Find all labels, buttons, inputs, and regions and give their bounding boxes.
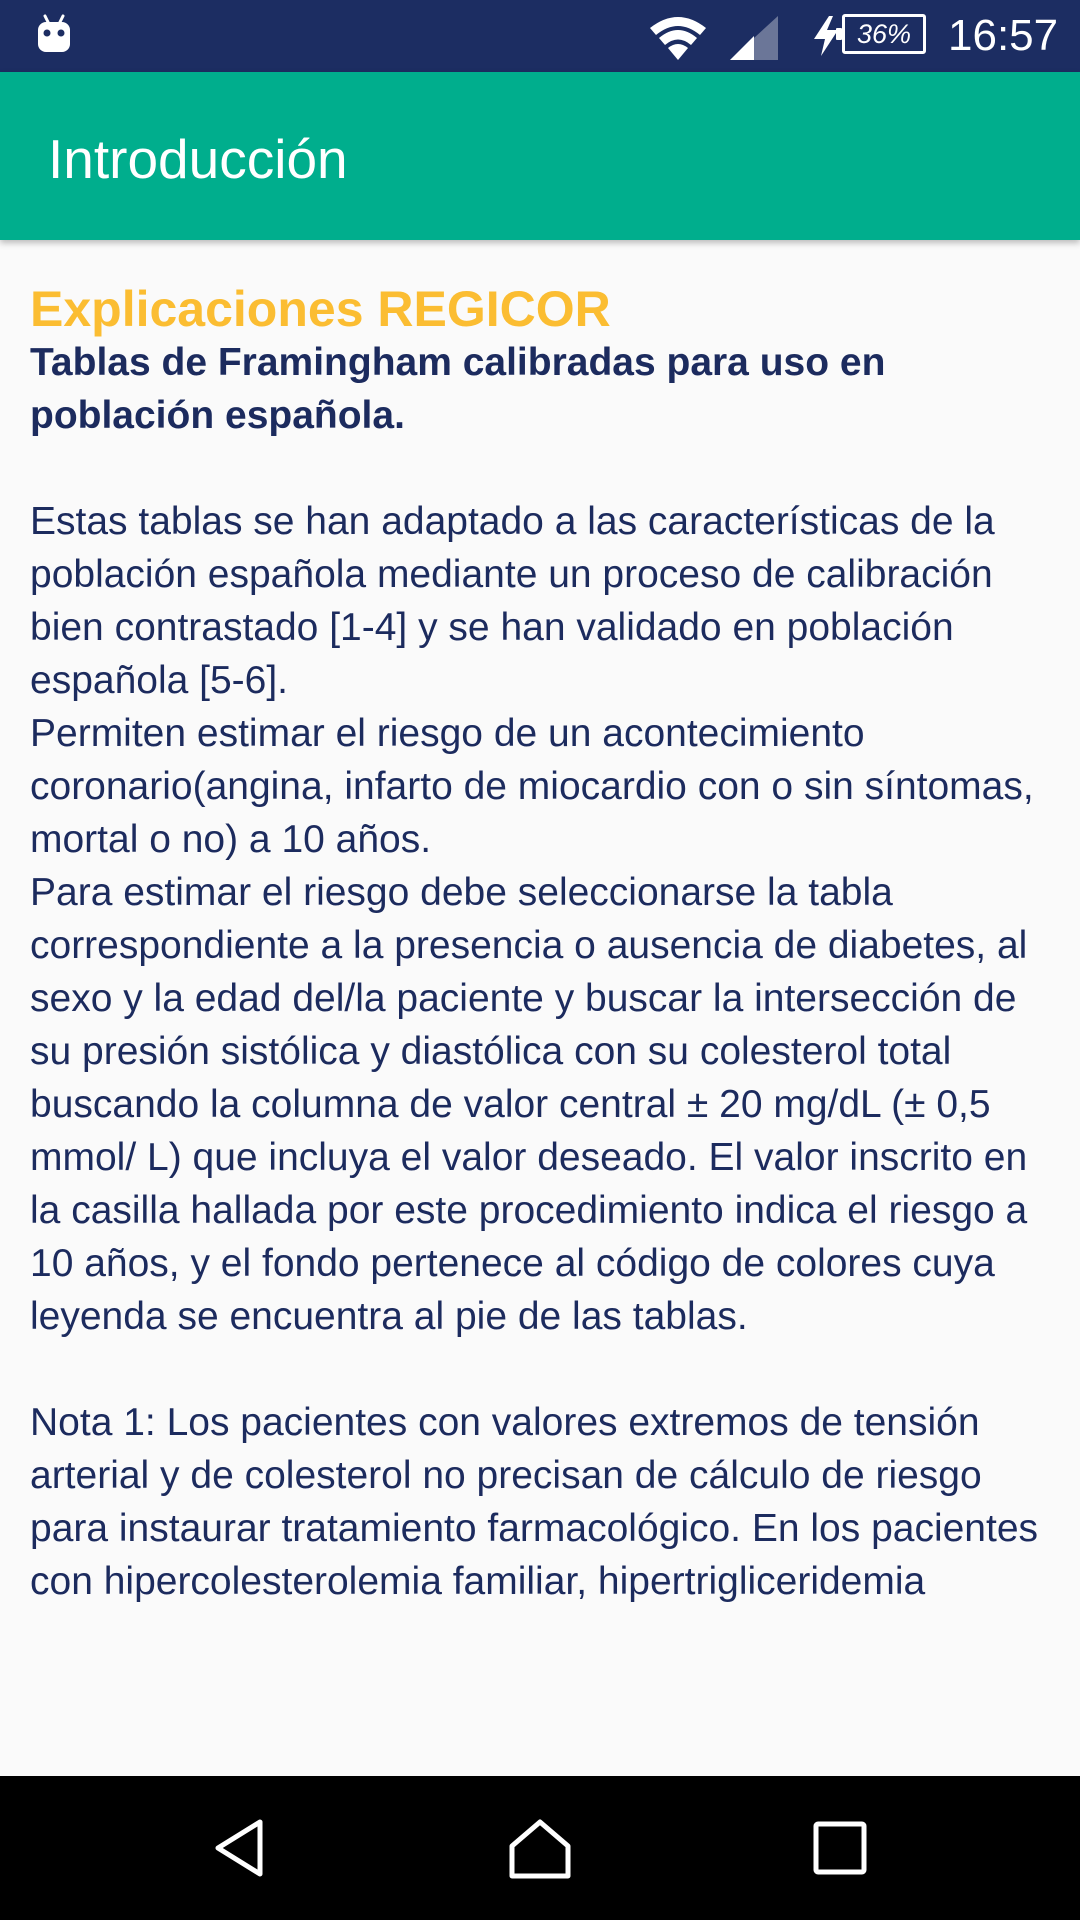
android-icon	[38, 14, 70, 52]
paragraph-procedure: Para estimar el riesgo debe seleccionars…	[30, 871, 1028, 1338]
navigation-bar	[0, 1776, 1080, 1920]
paragraph-calibration: Estas tablas se han adaptado a las carac…	[30, 500, 995, 702]
home-icon[interactable]	[506, 1814, 574, 1882]
app-bar: Introducción	[0, 72, 1080, 240]
section-subheading: Tablas de Framingham calibradas para uso…	[30, 341, 886, 437]
paragraph-note-1: Nota 1: Los pacientes con valores extrem…	[30, 1401, 1039, 1603]
clock: 16:57	[948, 11, 1059, 60]
page-title: Introducción	[48, 128, 348, 190]
battery-percentage: 36%	[856, 19, 912, 49]
wifi-icon	[650, 17, 706, 60]
content-scroll-area[interactable]: Explicaciones REGICOR Tablas de Framingh…	[0, 240, 1080, 1776]
paragraph-estimate: Permiten estimar el riesgo de un acontec…	[30, 712, 1034, 861]
article: Explicaciones REGICOR Tablas de Framingh…	[30, 282, 1050, 1608]
section-heading: Explicaciones REGICOR	[30, 281, 611, 337]
back-icon[interactable]	[206, 1814, 274, 1882]
recents-icon[interactable]	[806, 1814, 874, 1882]
battery-icon: 36%	[836, 14, 926, 54]
status-bar: 36% 16:57	[0, 0, 1080, 72]
signal-icon	[730, 16, 778, 60]
